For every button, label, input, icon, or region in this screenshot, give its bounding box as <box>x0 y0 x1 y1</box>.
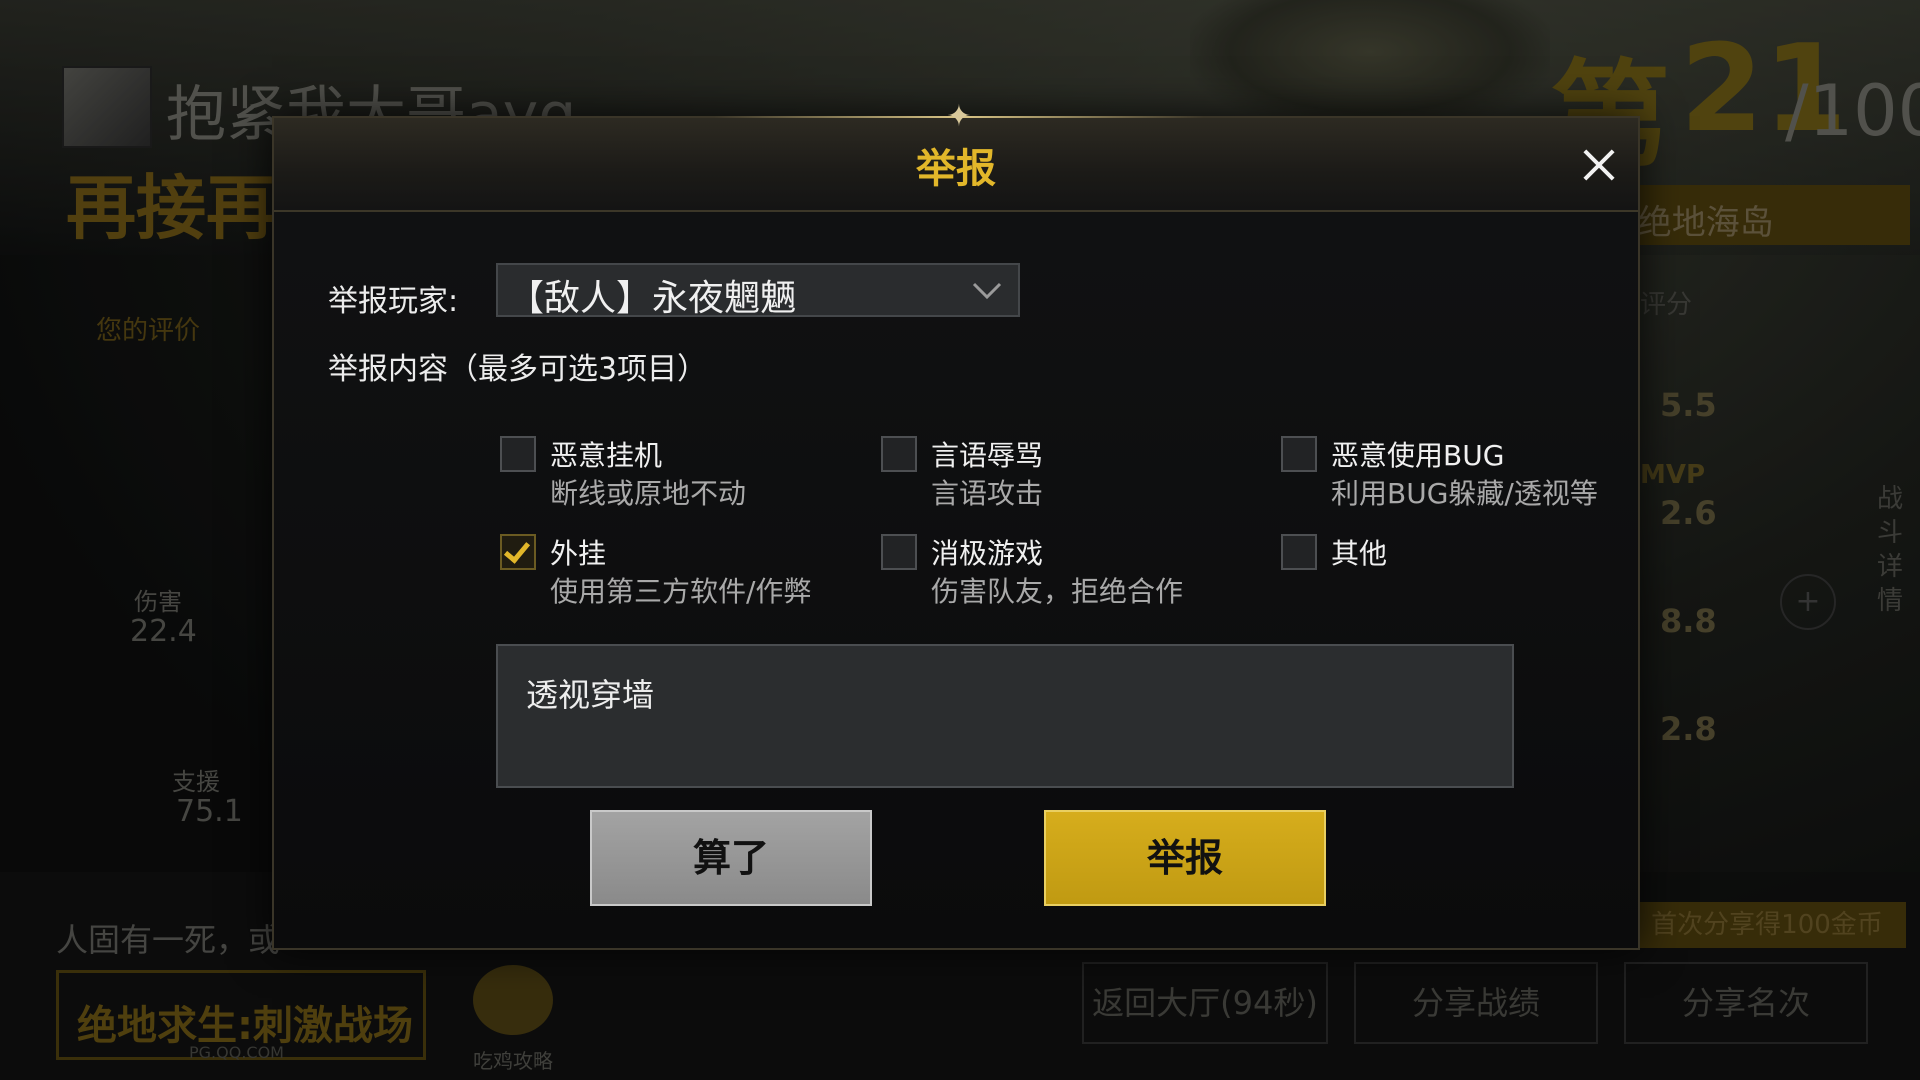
submit-report-button[interactable]: 举报 <box>1044 810 1326 906</box>
option-name: 恶意挂机 <box>550 439 663 472</box>
checkbox-checked[interactable] <box>500 534 536 570</box>
report-player-label: 举报玩家: <box>328 284 459 319</box>
option-desc: 言语攻击 <box>931 477 1044 510</box>
star-ornament-icon: ✦ <box>946 99 972 134</box>
checkbox[interactable] <box>500 436 536 472</box>
report-detail-textarea[interactable]: 透视穿墙 <box>496 644 1514 788</box>
dialog-title: 举报 <box>916 146 996 192</box>
report-player-value: 【敌人】永夜魍魉 <box>508 278 797 319</box>
checkbox[interactable] <box>1281 436 1317 472</box>
checkbox[interactable] <box>881 436 917 472</box>
option-desc: 利用BUG躲藏/透视等 <box>1331 477 1598 510</box>
option-desc: 断线或原地不动 <box>550 477 747 510</box>
report-dialog: ✦ 举报 举报玩家: 【敌人】永夜魍魉 举报内容（最多可选3项目） 恶意挂机 断… <box>272 100 1640 950</box>
option-name: 其他 <box>1331 537 1388 570</box>
option-desc: 使用第三方软件/作弊 <box>550 575 812 608</box>
checkbox[interactable] <box>1281 534 1317 570</box>
close-icon[interactable] <box>1574 140 1624 190</box>
cancel-button[interactable]: 算了 <box>590 810 872 906</box>
option-desc: 伤害队友，拒绝合作 <box>931 575 1184 608</box>
chevron-down-icon <box>972 282 1002 300</box>
check-icon <box>503 536 531 564</box>
report-player-select[interactable]: 【敌人】永夜魍魉 <box>496 263 1020 319</box>
option-name: 恶意使用BUG <box>1331 439 1505 472</box>
option-name: 言语辱骂 <box>931 439 1044 472</box>
report-content-label: 举报内容（最多可选3项目） <box>328 352 708 387</box>
option-name: 消极游戏 <box>931 537 1044 570</box>
checkbox[interactable] <box>881 534 917 570</box>
dialog-header: ✦ 举报 <box>274 100 1638 212</box>
option-name: 外挂 <box>550 537 607 570</box>
report-detail-text: 透视穿墙 <box>526 676 655 714</box>
